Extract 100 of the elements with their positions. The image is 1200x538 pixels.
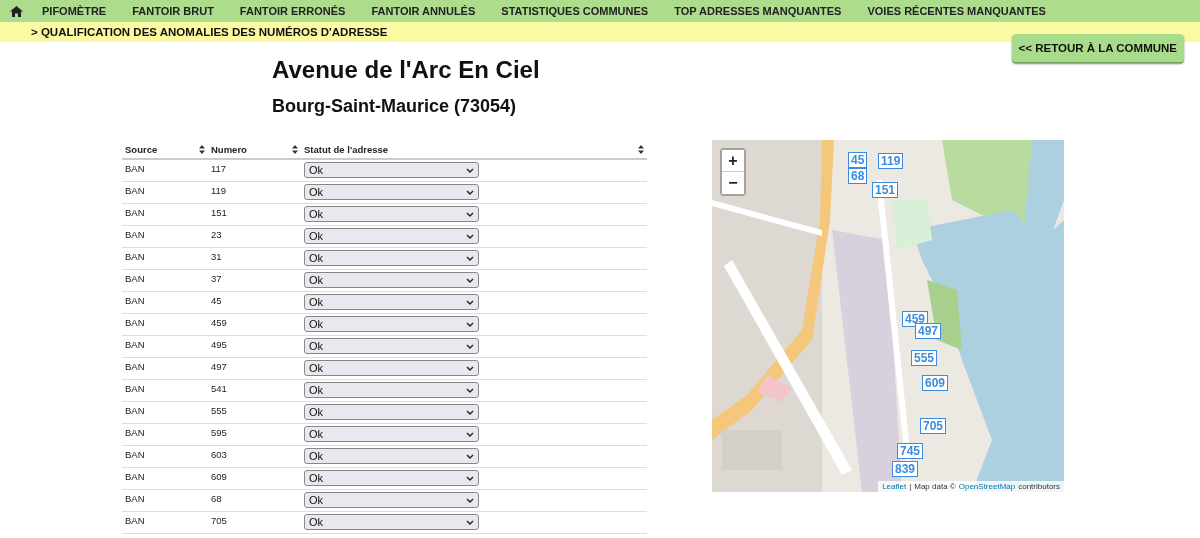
chevron-icon xyxy=(466,387,474,393)
table-cell: BAN xyxy=(125,295,145,306)
table-cell: 595 xyxy=(211,427,227,438)
nav-link[interactable]: FANTOIR ERRONÉS xyxy=(226,5,359,17)
chevron-icon xyxy=(466,365,474,371)
status-select[interactable]: Ok xyxy=(304,316,479,332)
zoom-in-button[interactable]: + xyxy=(722,150,744,172)
nav-link[interactable]: PIFOMÈTRE xyxy=(29,5,120,17)
table-cell: 497 xyxy=(211,361,227,372)
status-select[interactable]: Ok xyxy=(304,338,479,354)
osm-link[interactable]: OpenStreetMap xyxy=(958,482,1016,491)
status-select[interactable]: Ok xyxy=(304,382,479,398)
table-cell: BAN xyxy=(125,515,145,526)
table-cell: 31 xyxy=(211,251,222,262)
map[interactable]: + − 45 119 68 151 459 497 555 609 705 745 839 Leaflet | Map data © OpenStreetMap contributors xyxy=(712,140,1064,492)
nav-link[interactable]: STATISTIQUES COMMUNES xyxy=(488,5,662,17)
chevron-icon xyxy=(466,299,474,305)
attribution-text: contributors xyxy=(1018,482,1060,491)
table-cell: BAN xyxy=(125,383,145,394)
table-cell: 117 xyxy=(211,163,227,174)
chevron-icon xyxy=(466,431,474,437)
chevron-icon xyxy=(466,497,474,503)
table-cell: 119 xyxy=(211,185,227,196)
status-select[interactable]: Ok xyxy=(304,426,479,442)
address-marker[interactable]: 68 xyxy=(848,168,868,184)
nav-link[interactable]: FANTOIR BRUT xyxy=(119,5,227,17)
table-cell: 495 xyxy=(211,339,227,350)
table-cell: BAN xyxy=(125,405,145,416)
chevron-icon xyxy=(466,189,474,195)
sort-icon xyxy=(292,145,298,154)
table-cell: BAN xyxy=(125,185,145,196)
address-marker[interactable]: 745 xyxy=(897,443,924,459)
status-select[interactable]: Ok xyxy=(304,184,479,200)
table-cell: 705 xyxy=(211,515,227,526)
table-cell: 45 xyxy=(211,295,222,306)
column-header[interactable]: Numero xyxy=(211,144,247,155)
address-marker[interactable]: 151 xyxy=(872,182,899,198)
table-cell: 151 xyxy=(211,207,227,218)
status-select[interactable]: Ok xyxy=(304,470,479,486)
breadcrumb-link[interactable]: > QUALIFICATION DES ANOMALIES DES NUMÉROS D'ADRESSE xyxy=(31,26,388,38)
status-select[interactable]: Ok xyxy=(304,272,479,288)
address-marker[interactable]: 555 xyxy=(911,350,938,366)
table-cell: BAN xyxy=(125,449,145,460)
chevron-icon xyxy=(466,255,474,261)
status-select[interactable]: Ok xyxy=(304,206,479,222)
sort-icon xyxy=(638,145,644,154)
status-select[interactable]: Ok xyxy=(304,228,479,244)
chevron-icon xyxy=(466,519,474,525)
table-cell: BAN xyxy=(125,229,145,240)
chevron-icon xyxy=(466,211,474,217)
status-select[interactable]: Ok xyxy=(304,294,479,310)
chevron-icon xyxy=(466,409,474,415)
table-cell: BAN xyxy=(125,317,145,328)
nav-link[interactable]: VOIES RÉCENTES MANQUANTES xyxy=(854,5,1059,17)
column-header[interactable]: Source xyxy=(125,144,158,155)
status-select[interactable]: Ok xyxy=(304,404,479,420)
chevron-icon xyxy=(466,233,474,239)
status-select[interactable]: Ok xyxy=(304,514,479,530)
chevron-icon xyxy=(466,321,474,327)
chevron-icon xyxy=(466,453,474,459)
table-cell: 459 xyxy=(211,317,227,328)
table-cell: BAN xyxy=(125,339,145,350)
back-button[interactable]: << RETOUR À LA COMMUNE xyxy=(1011,34,1184,62)
nav-link[interactable]: FANTOIR ANNULÉS xyxy=(358,5,489,17)
table-cell: 603 xyxy=(211,449,227,460)
address-marker[interactable]: 705 xyxy=(920,418,947,434)
status-select[interactable]: Ok xyxy=(304,162,479,178)
table-cell: BAN xyxy=(125,163,145,174)
table-cell: 609 xyxy=(211,471,227,482)
status-select[interactable]: Ok xyxy=(304,360,479,376)
address-marker[interactable]: 45 xyxy=(848,152,868,168)
table-cell: BAN xyxy=(125,471,145,482)
address-marker[interactable]: 119 xyxy=(878,153,904,169)
address-marker[interactable]: 609 xyxy=(922,375,949,391)
status-select[interactable]: Ok xyxy=(304,448,479,464)
status-select[interactable]: Ok xyxy=(304,250,479,266)
table-cell: 555 xyxy=(211,405,227,416)
zoom-out-button[interactable]: − xyxy=(722,172,744,194)
table-cell: 68 xyxy=(211,493,222,504)
table-cell: BAN xyxy=(125,273,145,284)
status-select[interactable]: Ok xyxy=(304,492,479,508)
table-cell: BAN xyxy=(125,361,145,372)
table-cell: BAN xyxy=(125,251,145,262)
page-subtitle: Bourg-Saint-Maurice (73054) xyxy=(272,96,518,117)
attribution-text: Map data © xyxy=(914,482,956,491)
table-cell: BAN xyxy=(125,207,145,218)
nav-link[interactable]: TOP ADRESSES MANQUANTES xyxy=(661,5,855,17)
page-title: Avenue de l'Arc En Ciel xyxy=(272,56,541,84)
sort-icon xyxy=(199,145,205,154)
address-marker[interactable]: 839 xyxy=(892,461,919,477)
attribution-separator: | xyxy=(909,482,912,491)
chevron-icon xyxy=(466,167,474,173)
address-marker[interactable]: 497 xyxy=(915,323,942,339)
table-cell: BAN xyxy=(125,427,145,438)
table-cell: 37 xyxy=(211,273,222,284)
table-cell: 23 xyxy=(211,229,222,240)
table-cell: 541 xyxy=(211,383,227,394)
column-header[interactable]: Statut de l'adresse xyxy=(304,144,389,155)
chevron-icon xyxy=(466,277,474,283)
leaflet-link[interactable]: Leaflet xyxy=(882,482,907,491)
